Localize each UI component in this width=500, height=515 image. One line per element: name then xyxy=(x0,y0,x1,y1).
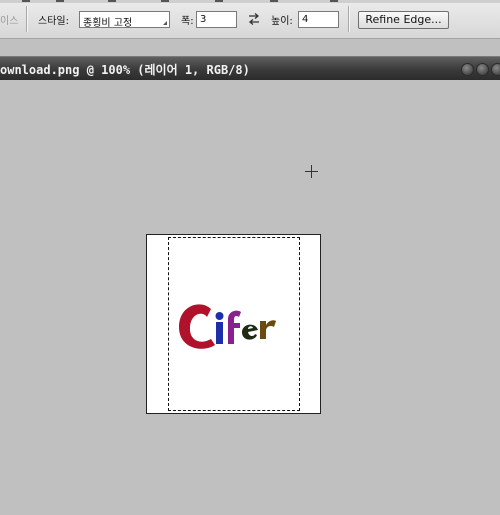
maximize-button[interactable] xyxy=(476,63,489,76)
dropdown-corner-icon xyxy=(163,21,167,25)
separator xyxy=(348,6,350,32)
swap-icon[interactable] xyxy=(247,12,261,26)
document-title: ownload.png @ 100% (레이어 1, RGB/8) xyxy=(0,63,250,77)
minimize-button[interactable] xyxy=(461,63,474,76)
width-field[interactable]: 3 xyxy=(196,11,237,28)
separator xyxy=(26,6,28,32)
cifer-logo-image xyxy=(179,304,276,349)
style-select[interactable]: 종횡비 고정 xyxy=(79,11,170,28)
style-label: 스타일: xyxy=(38,16,69,27)
photoshop-window: 이스 스타일: 종횡비 고정 폭: 3 높이: 4 Refine Edge...… xyxy=(0,0,500,515)
antialias-label: 이스 xyxy=(0,16,19,27)
crosshair-icon xyxy=(305,165,318,178)
height-label: 높이: xyxy=(271,16,293,27)
height-field[interactable]: 4 xyxy=(298,11,339,28)
refine-edge-button[interactable]: Refine Edge... xyxy=(358,11,449,29)
document-titlebar[interactable]: ownload.png @ 100% (레이어 1, RGB/8) xyxy=(0,56,500,80)
width-value: 3 xyxy=(200,14,207,25)
width-label: 폭: xyxy=(181,16,194,27)
style-select-value: 종횡비 고정 xyxy=(83,18,133,28)
options-bar: 이스 스타일: 종횡비 고정 폭: 3 높이: 4 Refine Edge... xyxy=(0,0,500,39)
document-canvas[interactable] xyxy=(146,234,321,414)
height-value: 4 xyxy=(302,14,309,25)
menu-strip-edge xyxy=(0,0,500,3)
close-button[interactable] xyxy=(491,63,500,76)
